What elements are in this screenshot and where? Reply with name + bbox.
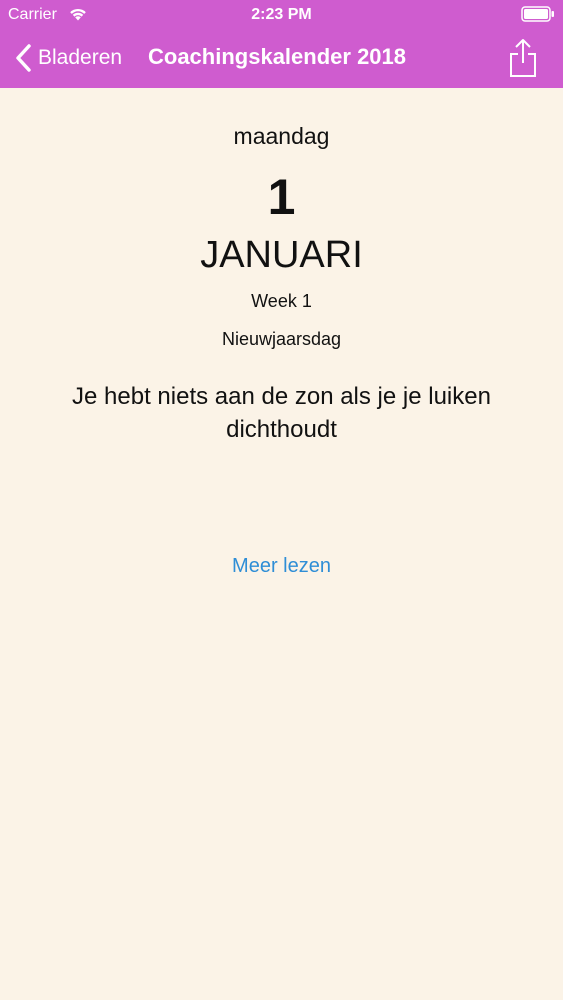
chevron-left-icon <box>16 44 31 72</box>
holiday-label: Nieuwjaarsdag <box>221 329 342 349</box>
share-icon[interactable] <box>506 36 540 80</box>
navigation-bar: Bladeren Coachingskalender 2018 <box>0 30 563 88</box>
week-label: Week 1 <box>251 291 312 311</box>
header: Carrier 2:23 PM Bladeren Coachingskalend… <box>0 0 563 88</box>
month-label: JANUARI <box>200 234 363 276</box>
status-time: 2:23 PM <box>251 6 312 23</box>
quote-text: Je hebt niets aan de zon als je je luike… <box>72 383 491 443</box>
read-more-link[interactable]: Meer lezen <box>0 555 563 578</box>
back-button[interactable]: Bladeren <box>14 43 122 73</box>
back-label: Bladeren <box>38 46 123 69</box>
day-number: 1 <box>267 169 296 225</box>
battery-icon <box>521 6 554 22</box>
nav-title: Coachingskalender 2018 <box>148 44 407 69</box>
weekday-label: maandag <box>233 123 330 149</box>
status-bar: Carrier 2:23 PM <box>0 0 563 30</box>
